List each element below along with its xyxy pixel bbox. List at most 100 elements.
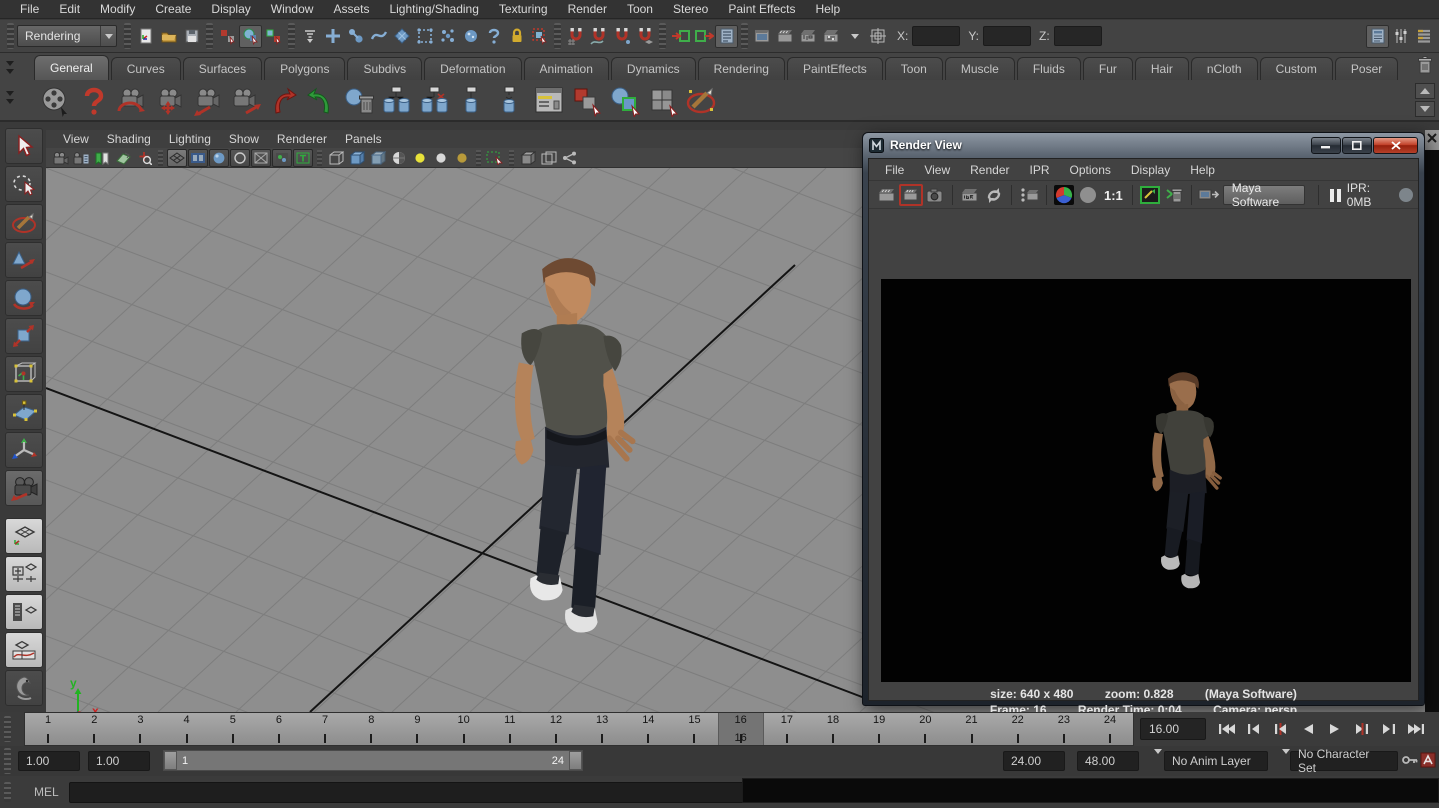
shelf-tab[interactable]: Polygons bbox=[264, 57, 345, 80]
undo-icon[interactable] bbox=[266, 84, 300, 118]
camera-dolly-icon[interactable] bbox=[190, 84, 224, 118]
select-object-icon[interactable] bbox=[239, 25, 262, 48]
select-hierarchy-icon[interactable] bbox=[216, 25, 239, 48]
mask-deformations-icon[interactable] bbox=[413, 25, 436, 48]
snap-to-points-magnet-icon[interactable] bbox=[610, 25, 633, 48]
y-coordinate-field[interactable] bbox=[983, 26, 1031, 46]
attribute-editor-icon[interactable] bbox=[1366, 25, 1389, 48]
render-view-menu-item[interactable]: Render bbox=[960, 163, 1019, 177]
menu-mode-selector[interactable]: Rendering bbox=[17, 25, 117, 47]
help-question-icon[interactable] bbox=[76, 84, 110, 118]
mask-dynamics-icon[interactable] bbox=[436, 25, 459, 48]
shelf-tab[interactable]: General bbox=[34, 55, 109, 80]
lock-selection-icon[interactable] bbox=[505, 25, 528, 48]
mask-misc-icon[interactable] bbox=[482, 25, 505, 48]
snap-to-planes-magnet-icon[interactable] bbox=[633, 25, 656, 48]
playback-range-slider[interactable]: 1 24 bbox=[163, 750, 583, 771]
command-language-toggle[interactable]: MEL bbox=[34, 785, 59, 799]
tool-settings-icon[interactable] bbox=[1389, 25, 1412, 48]
auto-keyframe-icon[interactable] bbox=[1420, 752, 1436, 771]
open-render-view-icon[interactable] bbox=[751, 25, 774, 48]
statusline-grip[interactable] bbox=[741, 23, 748, 49]
render-settings-icon[interactable] bbox=[820, 25, 843, 48]
rangebar-grip[interactable] bbox=[4, 748, 11, 774]
rv-zoom-ratio-label[interactable]: 1:1 bbox=[1100, 188, 1127, 203]
statusline-grip[interactable] bbox=[288, 23, 295, 49]
shelf-tab[interactable]: nCloth bbox=[1191, 57, 1258, 80]
command-output-field[interactable] bbox=[742, 778, 1439, 803]
menubar-item[interactable]: Stereo bbox=[663, 0, 718, 19]
shelf-tab[interactable]: Deformation bbox=[424, 57, 521, 80]
animation-end-field[interactable]: 48.00 bbox=[1077, 751, 1139, 771]
snap-to-curves-magnet-icon[interactable] bbox=[587, 25, 610, 48]
delete-unused-nodes-icon[interactable] bbox=[342, 84, 376, 118]
select-tool[interactable] bbox=[5, 128, 43, 164]
shelf-scroll-down-icon[interactable] bbox=[1415, 101, 1435, 117]
animation-start-field[interactable]: 1.00 bbox=[18, 751, 80, 771]
snap-to-grids-magnet-icon[interactable] bbox=[564, 25, 587, 48]
rv-renderer-selector[interactable]: Maya Software bbox=[1223, 185, 1305, 205]
scale-tool[interactable] bbox=[5, 318, 43, 354]
menubar-item[interactable]: Toon bbox=[617, 0, 663, 19]
panel-menu-item[interactable]: Lighting bbox=[160, 132, 220, 146]
statusline-grip[interactable] bbox=[124, 23, 131, 49]
menubar-item[interactable]: Create bbox=[145, 0, 201, 19]
redo-icon[interactable] bbox=[304, 84, 338, 118]
rv-render-region-icon[interactable] bbox=[1017, 184, 1041, 206]
duplicate-object-icon[interactable] bbox=[570, 84, 604, 118]
chevron-down-icon[interactable] bbox=[843, 25, 866, 48]
go-to-end-button[interactable] bbox=[1403, 718, 1429, 740]
rendered-image[interactable] bbox=[881, 279, 1411, 682]
isolate-select-icon[interactable] bbox=[485, 149, 505, 167]
minimize-button[interactable] bbox=[1311, 137, 1341, 154]
render-view-menu-item[interactable]: IPR bbox=[1020, 163, 1060, 177]
ipr-render-icon[interactable] bbox=[797, 25, 820, 48]
play-forwards-button[interactable] bbox=[1322, 718, 1348, 740]
textured-mode-icon[interactable] bbox=[272, 149, 292, 167]
camera-track-icon[interactable] bbox=[152, 84, 186, 118]
rv-alpha-channel-icon[interactable] bbox=[1076, 184, 1100, 206]
pv-2d-pan-zoom-icon[interactable] bbox=[134, 149, 154, 167]
set-key-icon[interactable] bbox=[1402, 754, 1418, 769]
use-selected-lights-icon[interactable] bbox=[431, 149, 451, 167]
rv-rgb-channels-icon[interactable] bbox=[1052, 184, 1076, 206]
text-display-icon[interactable] bbox=[293, 149, 313, 167]
shelf-delete-icon[interactable] bbox=[1413, 53, 1437, 77]
menubar-item[interactable]: Assets bbox=[323, 0, 379, 19]
coordinate-entry-mode-icon[interactable] bbox=[866, 25, 889, 48]
menubar-item[interactable]: Render bbox=[558, 0, 617, 19]
rv-remove-image-icon[interactable] bbox=[1162, 184, 1186, 206]
rv-redo-previous-render-icon[interactable] bbox=[899, 184, 923, 206]
play-backwards-button[interactable] bbox=[1295, 718, 1321, 740]
render-view-menu-item[interactable]: Options bbox=[1060, 163, 1121, 177]
statusline-grip[interactable] bbox=[659, 23, 666, 49]
camera-zoom-icon[interactable] bbox=[228, 84, 262, 118]
shelf-tab[interactable]: Fur bbox=[1083, 57, 1133, 80]
menubar-item[interactable]: Display bbox=[201, 0, 260, 19]
range-start-handle[interactable] bbox=[164, 751, 177, 770]
menubar-item[interactable]: Modify bbox=[90, 0, 145, 19]
pv-camera-attributes-icon[interactable] bbox=[71, 149, 91, 167]
checker-sphere-icon[interactable] bbox=[389, 149, 409, 167]
close-button[interactable] bbox=[1373, 137, 1418, 154]
rv-refresh-ipr-icon[interactable] bbox=[982, 184, 1006, 206]
shelf-tab[interactable]: Muscle bbox=[945, 57, 1015, 80]
universal-manipulator-tool[interactable] bbox=[5, 356, 43, 392]
step-forward-key-button[interactable] bbox=[1349, 718, 1375, 740]
share-view-icon[interactable] bbox=[560, 149, 580, 167]
rv-snapshot-icon[interactable] bbox=[923, 184, 947, 206]
default-material-mode-icon[interactable] bbox=[230, 149, 250, 167]
menubar-item[interactable]: File bbox=[10, 0, 49, 19]
shelf-tab[interactable]: Curves bbox=[111, 57, 181, 80]
statusline-grip[interactable] bbox=[554, 23, 561, 49]
shelf-tab[interactable]: Custom bbox=[1260, 57, 1333, 80]
select-poly-cubes-icon[interactable] bbox=[646, 84, 680, 118]
layout-outliner-persp-button[interactable] bbox=[5, 594, 43, 630]
current-time-field[interactable]: 16.00 bbox=[1140, 718, 1206, 740]
mask-rendering-icon[interactable] bbox=[459, 25, 482, 48]
go-to-start-button[interactable] bbox=[1214, 718, 1240, 740]
menubar-item[interactable]: Lighting/Shading bbox=[379, 0, 488, 19]
panel-close-icon[interactable] bbox=[1426, 132, 1438, 144]
smooth-shade-mode-icon[interactable] bbox=[209, 149, 229, 167]
playback-start-field[interactable]: 1.00 bbox=[88, 751, 150, 771]
